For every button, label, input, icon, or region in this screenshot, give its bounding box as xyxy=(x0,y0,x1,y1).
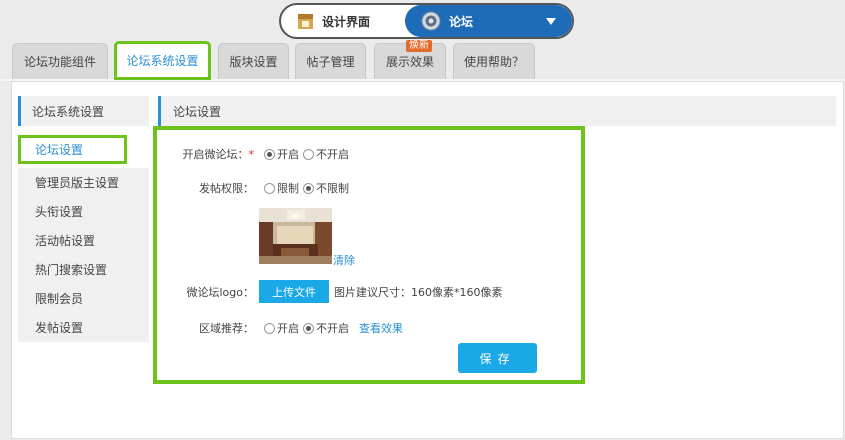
post-permission-radio-on[interactable]: 限制 xyxy=(264,180,299,196)
save-button[interactable]: 保存 xyxy=(458,343,537,373)
logo-thumbnail xyxy=(259,208,332,264)
tab-label: 论坛系统设置 xyxy=(126,54,199,68)
tab-help[interactable]: 使用帮助？ xyxy=(453,43,535,79)
design-view-label: 设计界面 xyxy=(322,14,371,29)
tab-post-management[interactable]: 帖子管理 xyxy=(295,43,366,79)
sidebar-item-label: 论坛设置 xyxy=(35,143,84,157)
radio-icon xyxy=(264,182,275,194)
logo-size-hint: 图片建议尺寸：160像素*160像素 xyxy=(334,285,503,299)
tab-label: 论坛功能组件 xyxy=(23,55,96,69)
forum-view-label: 论坛 xyxy=(449,14,474,29)
sidebar-item-activity-posts[interactable]: 活动帖设置 xyxy=(18,226,149,255)
clear-link[interactable]: 清除 xyxy=(333,252,355,268)
tab-label: 使用帮助？ xyxy=(463,55,524,69)
radio-icon xyxy=(303,148,314,160)
chevron-down-icon[interactable] xyxy=(546,18,556,25)
post-permission-radio-off[interactable]: 不限制 xyxy=(303,180,349,196)
logo-label: 微论坛logo： xyxy=(186,285,255,299)
radio-label: 开启 xyxy=(277,322,299,335)
page-title: 论坛设置 xyxy=(158,96,836,126)
tab-components[interactable]: 论坛功能组件 xyxy=(12,43,108,79)
gear-icon xyxy=(421,11,441,31)
enable-row: 开启微论坛：* 开启 不开启 xyxy=(157,146,350,162)
sidebar-menu: 论坛设置 管理员版主设置 头衔设置 活动帖设置 热门搜索设置 限制会员 发帖设置 xyxy=(18,135,149,342)
design-view-button[interactable]: 设计界面 xyxy=(281,5,406,37)
sidebar-item-admin-moderator[interactable]: 管理员版主设置 xyxy=(18,168,149,197)
upload-file-button[interactable]: 上传文件 xyxy=(259,280,329,303)
region-label: 区域推荐： xyxy=(199,322,254,335)
enable-radio-off[interactable]: 不开启 xyxy=(303,146,349,162)
tab-label: 帖子管理 xyxy=(306,55,355,69)
design-icon xyxy=(297,13,314,30)
region-row: 区域推荐： 开启 不开启 查看效果 xyxy=(157,320,403,336)
radio-icon xyxy=(303,322,314,334)
radio-label: 不开启 xyxy=(316,322,349,335)
tab-board-settings[interactable]: 版块设置 xyxy=(218,43,289,79)
tab-label: 版块设置 xyxy=(229,55,278,69)
sidebar-title: 论坛系统设置 xyxy=(18,96,149,126)
required-mark: * xyxy=(248,148,255,161)
radio-icon xyxy=(264,322,275,334)
forum-view-button[interactable]: 论坛 xyxy=(405,5,572,37)
sidebar-item-restricted-members[interactable]: 限制会员 xyxy=(18,284,149,313)
region-radio-on[interactable]: 开启 xyxy=(264,320,299,336)
preview-effect-link[interactable]: 查看效果 xyxy=(359,320,403,336)
tab-display-effect[interactable]: 焕新 展示效果 xyxy=(374,40,446,79)
post-permission-label: 发帖权限： xyxy=(199,182,254,195)
region-radio-off[interactable]: 不开启 xyxy=(303,320,349,336)
logo-row: 微论坛logo： 上传文件 图片建议尺寸：160像素*160像素 xyxy=(157,280,503,303)
sidebar-item-titles[interactable]: 头衔设置 xyxy=(18,197,149,226)
enable-label: 开启微论坛：* xyxy=(157,146,255,162)
tab-system-settings[interactable]: 论坛系统设置 xyxy=(114,41,211,80)
enable-radio-on[interactable]: 开启 xyxy=(264,146,299,162)
radio-label: 开启 xyxy=(277,148,299,161)
radio-label: 不限制 xyxy=(316,182,349,195)
radio-icon xyxy=(264,148,275,160)
sidebar-item-label: 管理员版主设置 xyxy=(35,176,120,190)
settings-form: 开启微论坛：* 开启 不开启 发帖权限： 限制 不限制 清除 微论坛logo： … xyxy=(153,126,585,384)
radio-label: 不开启 xyxy=(316,148,349,161)
post-permission-row: 发帖权限： 限制 不限制 xyxy=(157,180,349,196)
new-badge: 焕新 xyxy=(406,40,432,52)
view-switcher: 设计界面 论坛 xyxy=(279,3,574,39)
sidebar-item-hot-search[interactable]: 热门搜索设置 xyxy=(18,255,149,284)
radio-icon xyxy=(303,182,314,194)
enable-label-text: 开启微论坛： xyxy=(182,148,249,161)
tab-label: 展示效果 xyxy=(385,55,434,69)
sidebar-item-post-settings[interactable]: 发帖设置 xyxy=(18,313,149,342)
sidebar-item-label: 发帖设置 xyxy=(35,321,84,335)
radio-label: 限制 xyxy=(277,182,299,195)
sidebar-item-label: 限制会员 xyxy=(35,292,84,306)
sidebar-item-label: 活动帖设置 xyxy=(35,234,96,248)
sidebar-item-label: 头衔设置 xyxy=(35,205,84,219)
sidebar-item-label: 热门搜索设置 xyxy=(35,263,108,277)
sidebar-item-forum-settings[interactable]: 论坛设置 xyxy=(18,135,127,164)
